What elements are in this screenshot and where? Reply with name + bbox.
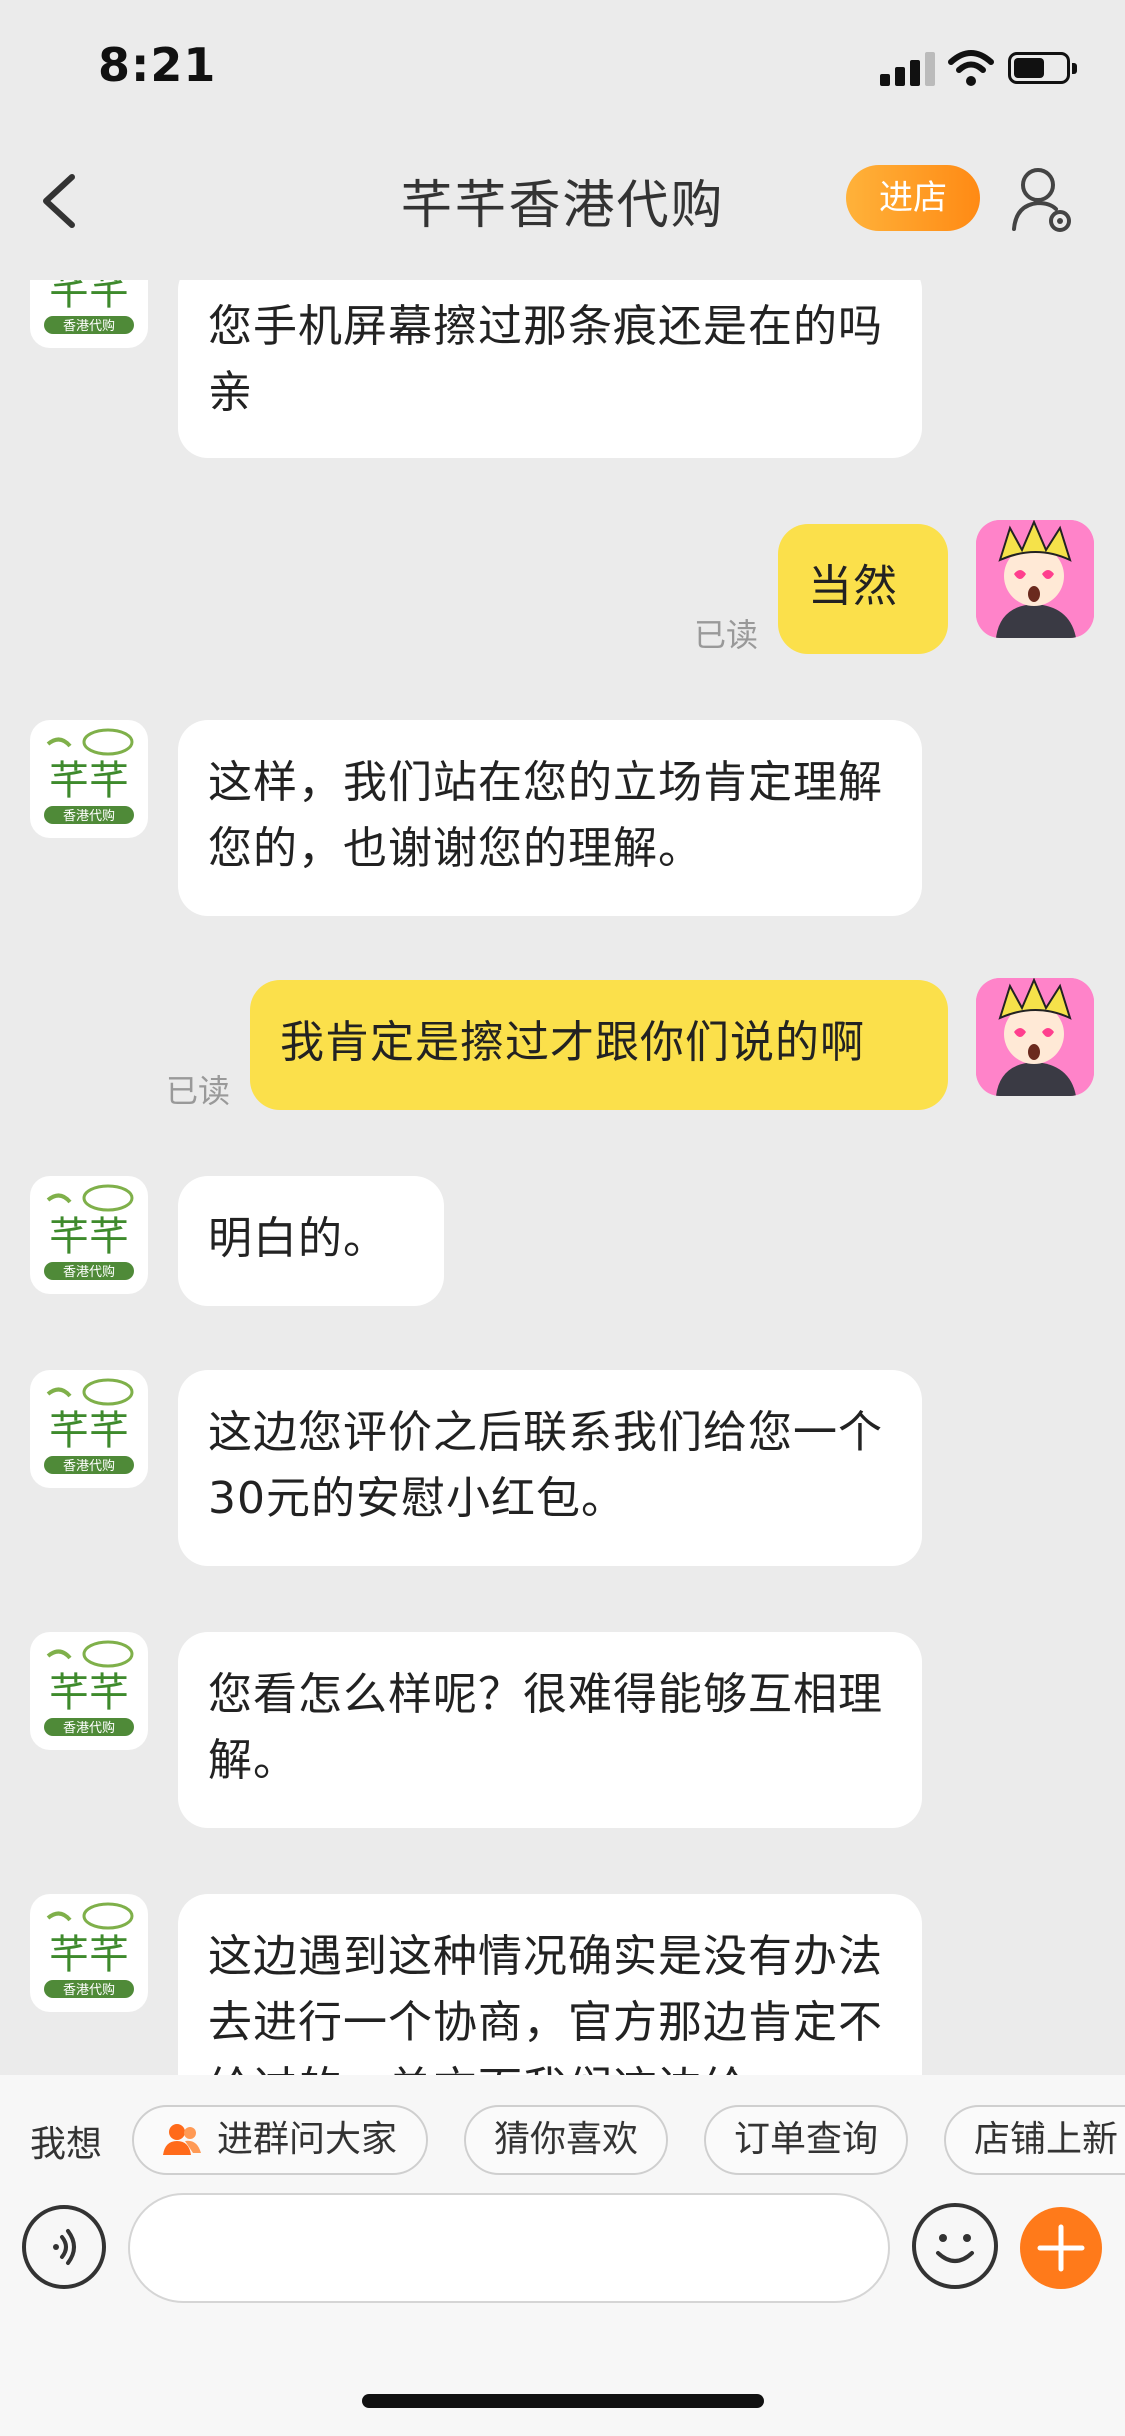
shop-logo-icon: 芊芊 香港代购 [44,1640,134,1736]
group-people-icon [162,2124,201,2155]
svg-text:香港代购: 香港代购 [63,1458,115,1474]
svg-text:芊芊: 芊芊 [49,1932,129,1978]
chip-guess-you-like[interactable]: 猜你喜欢 [464,2105,668,2175]
chip-order-query[interactable]: 订单查询 [704,2105,908,2175]
chip-label: 进群问大家 [216,2119,397,2160]
shop-logo-icon: 芊芊 香港代购 [44,1902,134,1998]
status-bar: 8:21 [0,0,1125,135]
quick-actions-label: 我想 [30,2124,103,2165]
shop-avatar[interactable]: 芊芊 香港代购 [30,1176,148,1294]
chat-header: 芊芊香港代购 进店 [0,135,1125,275]
message-bubble[interactable]: 我肯定是擦过才跟你们说的啊 [250,980,948,1110]
message-bubble[interactable]: 明白的。 [178,1176,444,1306]
shop-logo-icon: 芊芊 香港代购 [44,728,134,824]
svg-text:香港代购: 香港代购 [63,1982,115,1998]
shop-logo-icon: 芊芊 香港代购 [44,280,134,334]
svg-text:香港代购: 香港代购 [63,1720,115,1736]
quick-actions-bar: 我想 进群问大家 猜你喜欢 订单查询 店铺上新 [0,2075,1125,2195]
svg-text:芊芊: 芊芊 [49,1214,129,1260]
status-time: 8:21 [98,38,217,92]
chat-message-list[interactable]: 芊芊 香港代购 您手机屏幕擦过那条痕还是在的吗亲 已读 当然 芊芊 香港代购 这… [0,280,1125,2075]
voice-input-button[interactable] [22,2205,106,2289]
shop-logo-icon: 芊芊 香港代购 [44,1378,134,1474]
message-bubble[interactable]: 您手机屏幕擦过那条痕还是在的吗亲 [178,280,922,458]
plus-icon [1037,2224,1085,2272]
chip-new-arrivals[interactable]: 店铺上新 [944,2105,1125,2175]
shop-avatar[interactable]: 芊芊 香港代购 [30,1894,148,2012]
enter-shop-button[interactable]: 进店 [846,165,980,231]
svg-text:香港代购: 香港代购 [63,808,115,824]
svg-text:香港代购: 香港代购 [63,318,115,334]
shop-avatar[interactable]: 芊芊 香港代购 [30,1632,148,1750]
svg-text:芊芊: 芊芊 [49,280,129,314]
shop-logo-icon: 芊芊 香港代购 [44,1184,134,1280]
message-bubble[interactable]: 这边遇到这种情况确实是没有办法去进行一个协商，官方那边肯定不给过的，单方面我们这… [178,1894,922,2075]
read-receipt: 已读 [166,1072,231,1110]
user-avatar[interactable] [976,520,1094,638]
read-receipt: 已读 [694,616,759,654]
shop-avatar[interactable]: 芊芊 香港代购 [30,280,148,348]
message-bubble[interactable]: 这样，我们站在您的立场肯定理解您的，也谢谢您的理解。 [178,720,922,916]
wifi-icon [948,50,994,86]
home-indicator[interactable] [362,2394,764,2408]
shop-avatar[interactable]: 芊芊 香港代购 [30,1370,148,1488]
message-bubble[interactable]: 您看怎么样呢？很难得能够互相理解。 [178,1632,922,1828]
chip-join-group[interactable]: 进群问大家 [132,2105,428,2175]
voice-wave-icon [53,2229,76,2265]
emoji-button[interactable] [912,2203,998,2289]
message-bubble[interactable]: 当然 [778,524,948,654]
shop-avatar[interactable]: 芊芊 香港代购 [30,720,148,838]
user-settings-icon[interactable] [1010,163,1076,235]
message-bubble[interactable]: 这边您评价之后联系我们给您一个30元的安慰小红包。 [178,1370,922,1566]
svg-text:芊芊: 芊芊 [49,1670,129,1716]
battery-icon [1008,52,1078,84]
svg-text:香港代购: 香港代购 [63,1264,115,1280]
cellular-signal-icon [880,52,936,86]
user-avatar[interactable] [976,978,1094,1096]
svg-text:芊芊: 芊芊 [49,1408,129,1454]
more-actions-button[interactable] [1020,2207,1102,2289]
smiley-icon [936,2234,974,2263]
svg-text:芊芊: 芊芊 [49,758,129,804]
message-input[interactable] [128,2193,890,2303]
